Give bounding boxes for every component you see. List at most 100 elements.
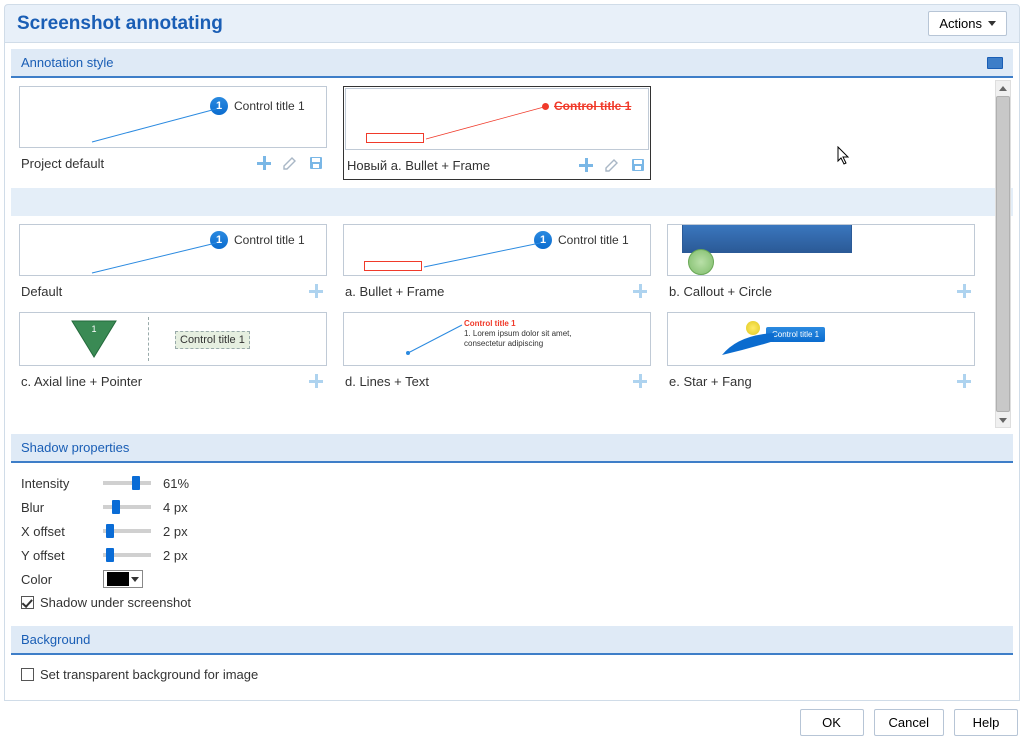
add-style-icon[interactable] — [955, 372, 973, 390]
section-title: Background — [21, 632, 90, 647]
checkbox-transparent-bg[interactable] — [21, 668, 34, 681]
chevron-down-icon — [131, 577, 139, 582]
style-footer: d. Lines + Text — [343, 366, 651, 394]
intensity-label: Intensity — [21, 476, 91, 491]
save-style-icon[interactable] — [629, 156, 647, 174]
ok-button[interactable]: OK — [800, 709, 864, 736]
chevron-down-icon — [988, 21, 996, 26]
intensity-slider[interactable] — [103, 481, 151, 485]
dialog-footer: OK Cancel Help — [4, 701, 1020, 738]
blur-value: 4 px — [163, 500, 213, 515]
x-offset-value: 2 px — [163, 524, 213, 539]
style-thumbnail: Control title 1 1. Lorem ipsum dolor sit… — [343, 312, 651, 366]
svg-text:1: 1 — [91, 324, 96, 334]
style-row: 1 Control title 1 c. Axial line + Pointe… — [19, 312, 993, 394]
edit-style-icon[interactable] — [603, 156, 621, 174]
cancel-button[interactable]: Cancel — [874, 709, 944, 736]
style-thumbnail: 1 Control title 1 — [19, 86, 327, 148]
style-card-axial-pointer[interactable]: 1 Control title 1 c. Axial line + Pointe… — [19, 312, 327, 394]
connector-line — [20, 87, 326, 147]
add-style-icon[interactable] — [255, 154, 273, 172]
shadow-under-label: Shadow under screenshot — [40, 595, 191, 610]
style-card-project-default[interactable]: 1 Control title 1 Project default — [19, 86, 327, 180]
background-section: Background Set transparent background fo… — [11, 626, 1013, 694]
blur-row: Blur 4 px — [21, 495, 1003, 519]
style-separator — [11, 188, 1013, 216]
actions-label: Actions — [939, 16, 982, 31]
x-offset-slider[interactable] — [103, 529, 151, 533]
shadow-under-row[interactable]: Shadow under screenshot — [21, 591, 1003, 614]
style-footer: e. Star + Fang — [667, 366, 975, 394]
style-card-lines-text[interactable]: Control title 1 1. Lorem ipsum dolor sit… — [343, 312, 651, 394]
y-offset-row: Y offset 2 px — [21, 543, 1003, 567]
style-thumbnail: 1 Control title 1 — [343, 224, 651, 276]
main-panel: Annotation style 1 Control title 1 Proje… — [4, 43, 1020, 701]
actions-button[interactable]: Actions — [928, 11, 1007, 36]
callout-rect — [682, 224, 852, 253]
triangle-icon: 1 — [70, 317, 118, 359]
add-style-icon[interactable] — [955, 282, 973, 300]
add-style-icon[interactable] — [307, 282, 325, 300]
style-label: Новый a. Bullet + Frame — [347, 158, 490, 173]
checkbox-shadow-under[interactable] — [21, 596, 34, 609]
section-header-shadow: Shadow properties — [11, 434, 1013, 463]
blur-slider[interactable] — [103, 505, 151, 509]
y-offset-value: 2 px — [163, 548, 213, 563]
vertical-scrollbar[interactable] — [995, 80, 1011, 428]
style-card-callout-circle[interactable]: b. Callout + Circle — [667, 224, 975, 304]
style-label: d. Lines + Text — [345, 374, 429, 389]
section-title: Annotation style — [21, 55, 114, 70]
style-footer: a. Bullet + Frame — [343, 276, 651, 304]
connector-line — [344, 225, 650, 275]
intensity-value: 61% — [163, 476, 213, 491]
style-thumbnail: 1 Control title 1 — [19, 312, 327, 366]
transparent-bg-label: Set transparent background for image — [40, 667, 258, 682]
edit-style-icon[interactable] — [281, 154, 299, 172]
page-title: Screenshot annotating — [17, 13, 223, 35]
blur-label: Blur — [21, 500, 91, 515]
connector-line — [346, 89, 648, 149]
add-style-icon[interactable] — [577, 156, 595, 174]
color-label: Color — [21, 572, 91, 587]
shadow-properties-section: Shadow properties Intensity 61% Blur 4 p… — [11, 434, 1013, 622]
fang-callout: Control title 1 — [766, 327, 825, 342]
style-footer: Default — [19, 276, 327, 304]
axial-line — [148, 317, 149, 361]
style-thumbnail: Control title 1 — [667, 312, 975, 366]
color-swatch — [107, 572, 129, 586]
style-card-default[interactable]: 1 Control title 1 Default — [19, 224, 327, 304]
style-card-bullet-frame-new[interactable]: Control title 1 Новый a. Bullet + Frame — [343, 86, 651, 180]
add-style-icon[interactable] — [631, 282, 649, 300]
style-footer: Project default — [19, 148, 327, 176]
color-picker-button[interactable] — [103, 570, 143, 588]
style-row: 1 Control title 1 Default 1 Control titl… — [19, 224, 993, 304]
circle-icon — [688, 249, 714, 275]
style-label: Project default — [21, 156, 104, 171]
style-footer: c. Axial line + Pointer — [19, 366, 327, 394]
help-button[interactable]: Help — [954, 709, 1018, 736]
save-style-icon[interactable] — [307, 154, 325, 172]
connector-line — [344, 313, 650, 365]
x-offset-row: X offset 2 px — [21, 519, 1003, 543]
color-row: Color — [21, 567, 1003, 591]
scroll-up-icon[interactable] — [996, 81, 1010, 95]
scroll-thumb[interactable] — [996, 96, 1010, 412]
style-card-star-fang[interactable]: Control title 1 e. Star + Fang — [667, 312, 975, 394]
style-thumbnail: 1 Control title 1 — [19, 224, 327, 276]
add-style-icon[interactable] — [307, 372, 325, 390]
style-row: 1 Control title 1 Project default — [19, 86, 993, 180]
scroll-down-icon[interactable] — [996, 413, 1010, 427]
style-label: a. Bullet + Frame — [345, 284, 444, 299]
style-thumbnail: Control title 1 — [345, 88, 649, 150]
style-label: b. Callout + Circle — [669, 284, 772, 299]
add-style-icon[interactable] — [631, 372, 649, 390]
transparent-bg-row[interactable]: Set transparent background for image — [21, 663, 1003, 686]
style-label: Default — [21, 284, 62, 299]
section-header-background: Background — [11, 626, 1013, 655]
style-card-bullet-frame[interactable]: 1 Control title 1 a. Bullet + Frame — [343, 224, 651, 304]
style-label: c. Axial line + Pointer — [21, 374, 142, 389]
header-bar: Screenshot annotating Actions — [4, 4, 1020, 43]
y-offset-slider[interactable] — [103, 553, 151, 557]
fang-tail-icon — [718, 331, 774, 357]
window-icon — [987, 57, 1003, 69]
